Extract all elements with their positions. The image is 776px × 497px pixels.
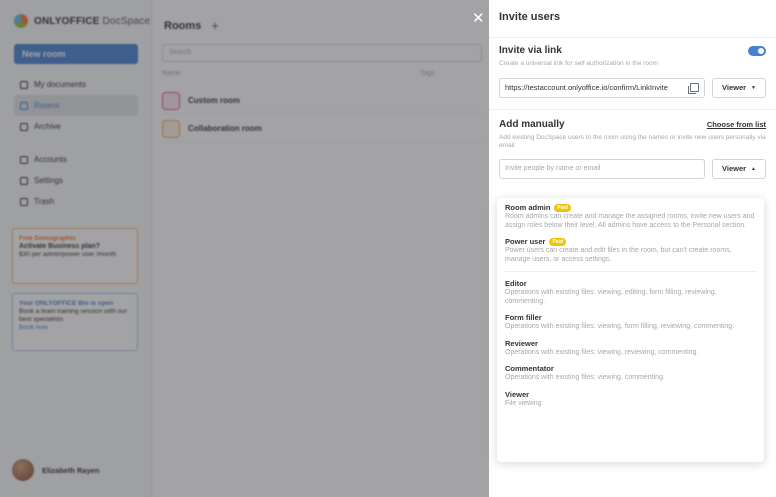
invite-via-link-description: Create a universal link for self authori… bbox=[499, 60, 658, 67]
menu-item-commentator[interactable]: Commentator Operations with existing fil… bbox=[497, 364, 764, 383]
add-manually-title: Add manually bbox=[499, 118, 565, 130]
caret-up-icon: ▲ bbox=[751, 165, 756, 172]
role-dropdown-menu: Room admin Paid Room admins can create an… bbox=[497, 198, 764, 462]
invite-link-field[interactable]: https://testaccount.onlyoffice.io/confir… bbox=[499, 77, 705, 98]
invite-via-link-section: Invite via link Create a universal link … bbox=[489, 45, 776, 98]
add-manually-section: Add manually Choose from list Add existi… bbox=[489, 119, 776, 179]
modal-backdrop[interactable] bbox=[0, 0, 489, 497]
manual-role-dropdown[interactable]: Viewer ▲ bbox=[712, 158, 766, 179]
invite-link-value: https://testaccount.onlyoffice.io/confir… bbox=[505, 83, 668, 92]
divider bbox=[489, 108, 776, 110]
menu-item-viewer[interactable]: Viewer File viewing bbox=[497, 390, 764, 409]
menu-item-reviewer[interactable]: Reviewer Operations with existing files:… bbox=[497, 339, 764, 358]
menu-item-form-filler[interactable]: Form filler Operations with existing fil… bbox=[497, 313, 764, 332]
caret-down-icon: ▼ bbox=[751, 84, 756, 91]
invite-via-link-title: Invite via link bbox=[499, 45, 562, 56]
menu-item-power-user[interactable]: Power user Paid Power users can create an… bbox=[497, 237, 764, 264]
add-manually-description: Add existing DocSpace users to the room … bbox=[499, 133, 766, 150]
panel-title: Invite users bbox=[489, 0, 776, 38]
paid-badge: Paid bbox=[549, 238, 566, 246]
copy-icon[interactable] bbox=[688, 83, 699, 94]
paid-badge: Paid bbox=[554, 204, 571, 212]
invite-link-toggle[interactable] bbox=[748, 45, 766, 56]
invite-people-input[interactable]: Invite people by name or email bbox=[499, 158, 705, 179]
menu-item-editor[interactable]: Editor Operations with existing files: v… bbox=[497, 279, 764, 306]
close-icon[interactable]: ✕ bbox=[472, 11, 485, 26]
menu-item-room-admin[interactable]: Room admin Paid Room admins can create an… bbox=[497, 203, 764, 230]
menu-separator bbox=[505, 271, 756, 272]
choose-from-list-link[interactable]: Choose from list bbox=[707, 120, 766, 129]
link-role-dropdown[interactable]: Viewer ▼ bbox=[712, 77, 766, 98]
